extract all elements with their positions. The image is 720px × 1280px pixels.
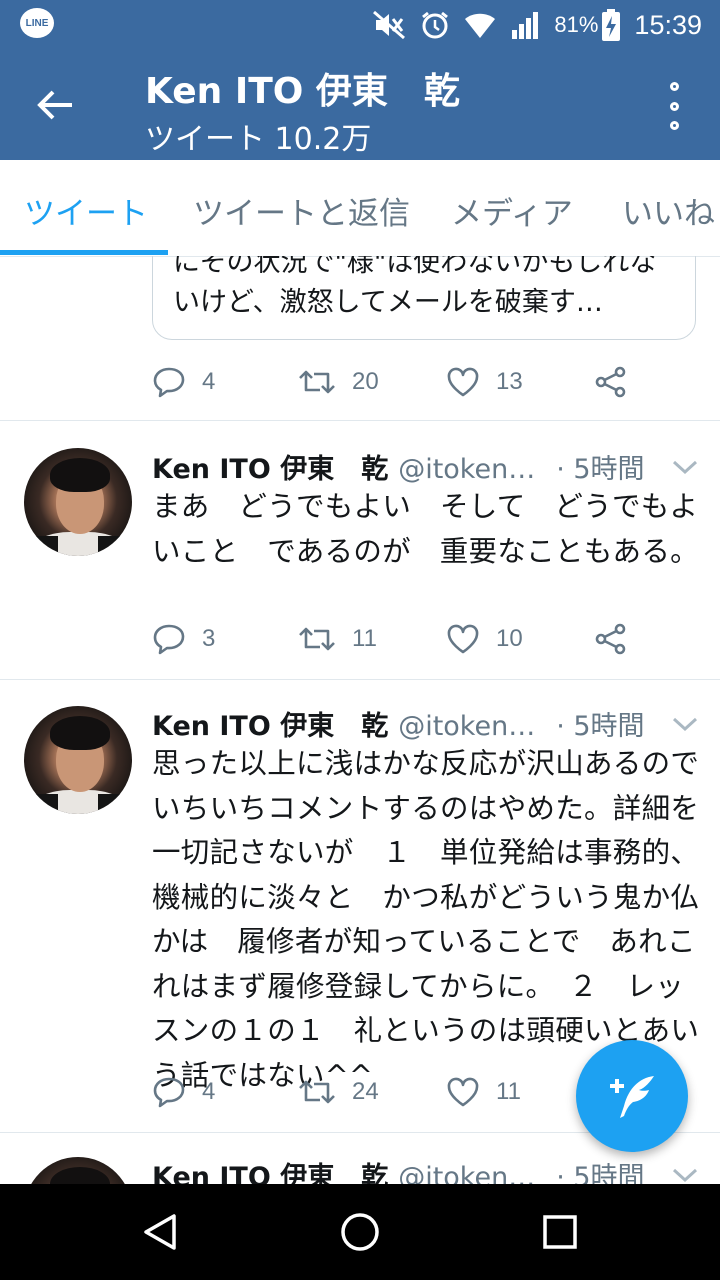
- tab-media[interactable]: メディア: [451, 188, 573, 233]
- reply-icon: [153, 1077, 185, 1108]
- nav-home-button[interactable]: [336, 1208, 384, 1256]
- status-bar: LINE 81% 15:39: [0, 0, 720, 50]
- tweet-actions: 3 11 10: [152, 619, 672, 659]
- retweet-icon: [299, 370, 335, 394]
- avatar[interactable]: [24, 706, 132, 814]
- profile-tabs: ツイート ツイートと返信 メディア いいね: [0, 160, 720, 257]
- tab-tweets-and-replies[interactable]: ツイートと返信: [193, 188, 410, 233]
- avatar-jacket: [98, 536, 132, 556]
- clock: 15:39: [634, 9, 702, 40]
- heart-icon: [447, 624, 479, 654]
- share-button[interactable]: [594, 619, 628, 659]
- wifi-icon: [464, 11, 496, 39]
- tab-likes[interactable]: いいね: [622, 188, 715, 233]
- like-count: 13: [496, 368, 523, 395]
- author-handle: @itokenst...: [398, 454, 549, 485]
- status-icons: 81% 15:39: [372, 6, 702, 44]
- active-tab-indicator: [0, 250, 168, 255]
- retweet-icon: [299, 1080, 335, 1104]
- compose-tweet-button[interactable]: [576, 1040, 688, 1152]
- tweet-actions: 4 20 13: [152, 362, 672, 402]
- nav-recents-button[interactable]: [536, 1208, 584, 1256]
- reply-icon: [153, 367, 185, 398]
- retweet-icon: [299, 627, 335, 651]
- reply-count: 3: [202, 625, 216, 652]
- like-button[interactable]: 10: [446, 619, 523, 659]
- line-app-icon-label: LINE: [25, 17, 49, 29]
- arrow-left-icon: [37, 90, 72, 120]
- tweet-time: · 5時間: [556, 711, 645, 742]
- reply-count: 4: [202, 368, 216, 395]
- mute-icon: [372, 10, 406, 40]
- like-button[interactable]: 13: [446, 362, 523, 402]
- app-bar: Ken ITO 伊東 乾 ツイート 10.2万: [0, 50, 720, 160]
- heart-icon: [447, 1077, 479, 1107]
- share-icon: [595, 623, 626, 655]
- alarm-icon: [420, 10, 450, 40]
- avatar-hair: [50, 458, 110, 492]
- author-handle: @itokenst...: [398, 1162, 549, 1184]
- tweet-header: Ken ITO 伊東 乾 @itokenst... · 5時間: [152, 447, 702, 487]
- tab-tweets[interactable]: ツイート: [24, 188, 148, 233]
- tweet-header: Ken ITO 伊東 乾 @itokenst... · 5時間: [152, 704, 702, 744]
- quoted-tweet[interactable]: にその状況で"様"は使わないかもしれないけど、激怒してメールを破棄す…: [152, 256, 696, 340]
- tweet-item[interactable]: Ken ITO 伊東 乾 @itokenst... · 5時間 まあ どうでもよ…: [0, 421, 720, 679]
- circle-home-icon: [341, 1213, 379, 1251]
- avatar-hair: [50, 1167, 110, 1184]
- profile-name: Ken ITO 伊東 乾: [145, 71, 460, 112]
- avatar-jacket: [24, 536, 58, 556]
- heart-icon: [447, 367, 479, 397]
- retweet-count: 11: [352, 625, 377, 652]
- avatar-jacket: [98, 794, 132, 814]
- square-recents-icon: [543, 1215, 577, 1249]
- more-dot-icon: [669, 101, 679, 111]
- chevron-down-icon[interactable]: [672, 459, 698, 475]
- battery-status: 81%: [554, 9, 621, 41]
- line-app-icon: LINE: [20, 8, 54, 38]
- back-button[interactable]: [30, 80, 80, 130]
- reply-icon: [153, 624, 185, 655]
- share-button[interactable]: [594, 362, 628, 402]
- signal-icon: [510, 10, 540, 40]
- like-button[interactable]: 11: [446, 1072, 521, 1112]
- tweet-time: · 5時間: [556, 1162, 645, 1184]
- share-icon: [595, 366, 626, 398]
- retweet-button[interactable]: 24: [298, 1072, 379, 1112]
- author-handle: @itokenst...: [398, 711, 549, 742]
- chevron-down-icon[interactable]: [672, 1167, 698, 1183]
- retweet-button[interactable]: 11: [298, 619, 377, 659]
- avatar[interactable]: [24, 448, 132, 556]
- avatar-jacket: [24, 794, 58, 814]
- tweet-count: ツイート 10.2万: [145, 122, 372, 157]
- tweet-header: Ken ITO 伊東 乾 @itokenst... · 5時間: [152, 1155, 702, 1184]
- chevron-down-icon[interactable]: [672, 716, 698, 732]
- reply-count: 4: [202, 1078, 216, 1105]
- like-count: 10: [496, 625, 523, 652]
- nav-back-button[interactable]: [136, 1208, 184, 1256]
- author-name[interactable]: Ken ITO 伊東 乾: [152, 704, 388, 743]
- tweet-time: · 5時間: [556, 454, 645, 485]
- more-dot-icon: [669, 82, 679, 91]
- more-options-button[interactable]: [662, 82, 686, 130]
- reply-button[interactable]: 4: [152, 1072, 215, 1112]
- compose-feather-icon: [610, 1076, 654, 1118]
- reply-button[interactable]: 3: [152, 619, 215, 659]
- reply-button[interactable]: 4: [152, 362, 215, 402]
- quoted-tweet-text: にその状況で"様"は使わないかもしれないけど、激怒してメールを破棄す…: [173, 256, 657, 318]
- like-count: 11: [496, 1078, 521, 1105]
- battery-charging-icon: [602, 9, 621, 41]
- retweet-count: 20: [352, 368, 379, 395]
- tweet-text: まあ どうでもよい そして どうでもよいこと であるのが 重要なこともある。: [152, 490, 699, 568]
- retweet-button[interactable]: 20: [298, 362, 379, 402]
- avatar[interactable]: [24, 1157, 132, 1184]
- battery-percent: 81%: [554, 12, 599, 37]
- triangle-back-icon: [144, 1214, 176, 1250]
- author-name[interactable]: Ken ITO 伊東 乾: [152, 1155, 388, 1184]
- author-name[interactable]: Ken ITO 伊東 乾: [152, 447, 388, 486]
- avatar-hair: [50, 716, 110, 750]
- more-dot-icon: [669, 121, 679, 130]
- system-navigation-bar: [0, 1184, 720, 1280]
- retweet-count: 24: [352, 1078, 379, 1105]
